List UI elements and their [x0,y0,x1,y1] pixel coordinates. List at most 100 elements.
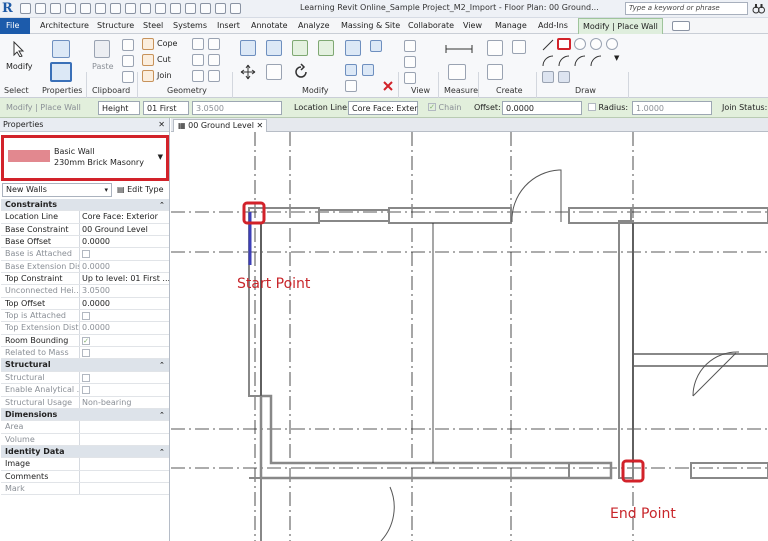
collapse-icon[interactable]: ⌃ [159,359,169,370]
match-type-icon[interactable] [122,71,134,83]
draw-rectangle-icon[interactable] [557,38,571,50]
align-icon[interactable] [240,40,256,56]
property-value[interactable] [80,471,169,482]
draw-tangent-arc-icon[interactable] [574,55,586,67]
property-value[interactable]: 0.0000 [80,298,169,309]
join-geometry-icon[interactable] [142,70,154,82]
draw-circumscribed-polygon-icon[interactable] [590,38,602,50]
property-value[interactable] [80,458,169,469]
tag-icon[interactable] [140,3,151,14]
copy-clipboard-icon[interactable] [122,55,134,67]
property-row[interactable]: Base Offset 0.0000 [1,236,169,249]
save-icon[interactable] [35,3,46,14]
modify-button[interactable]: Modify [6,62,33,71]
edit-type-button[interactable]: ▤ Edit Type [114,183,168,197]
collapse-icon[interactable]: ⌃ [159,446,169,457]
tab-file[interactable]: File [0,18,30,34]
modify-cursor-icon[interactable] [11,41,27,57]
thin-lines-icon[interactable] [200,3,211,14]
mirror-axis-icon[interactable] [292,40,308,56]
tab-insert[interactable]: Insert [217,18,240,34]
override-graphics-icon[interactable] [404,56,416,68]
pick-faces-icon[interactable] [558,71,570,83]
section-header[interactable]: Identity Data ⌃ [1,445,169,459]
location-line-select[interactable]: Core Face: Exter [348,101,418,115]
measure-between-icon[interactable] [445,44,473,54]
cope-icon[interactable] [142,38,154,50]
draw-inscribed-polygon-icon[interactable] [574,38,586,50]
property-row[interactable]: Top Constraint Up to level: 01 First ... [1,273,169,286]
panel-select[interactable]: Select [4,86,29,95]
property-row[interactable]: Top Offset 0.0000 [1,297,169,311]
3d-view-icon[interactable] [170,3,181,14]
text-icon[interactable] [155,3,166,14]
checkbox-icon[interactable]: ✓ [82,336,90,345]
property-value[interactable]: Up to level: 01 First ... [80,273,169,284]
floor-plan[interactable] [171,132,768,541]
property-value[interactable]: ✓ [80,335,169,346]
move-icon[interactable] [240,64,256,80]
chevron-down-icon[interactable]: ▼ [158,153,163,161]
tab-systems[interactable]: Systems [173,18,207,34]
cut-geometry-icon[interactable] [142,54,154,66]
property-value[interactable]: 00 Ground Level [80,224,169,235]
level-select[interactable]: 01 First [143,101,189,115]
collapse-icon[interactable]: ⌃ [159,199,169,210]
scale-icon[interactable] [362,64,374,76]
section-header[interactable]: Dimensions ⌃ [1,408,169,422]
close-icon[interactable]: ✕ [158,118,165,132]
copy-element-icon[interactable] [266,64,282,80]
drawing-area[interactable]: ▦ 00 Ground Level ✕ Start Point End Poin… [171,118,768,541]
draw-circle-icon[interactable] [606,38,618,50]
split-face-icon[interactable] [208,38,220,50]
offset-input[interactable]: 0.0000 [502,101,582,115]
array-icon[interactable] [345,64,357,76]
tab-modify-place-wall[interactable]: Modify | Place Wall [578,18,663,34]
cut-clipboard-icon[interactable] [122,39,134,51]
property-row[interactable]: Location Line Core Face: Exterior [1,211,169,224]
property-row[interactable]: Comments [1,470,169,483]
dimension-icon[interactable] [125,3,136,14]
binoculars-icon[interactable] [752,2,765,15]
mirror-draw-icon[interactable] [318,40,334,56]
view-tab-ground-level[interactable]: ▦ 00 Ground Level ✕ [173,119,268,132]
demolish-icon[interactable] [192,70,204,82]
create-assembly-icon[interactable] [487,64,503,80]
section-header[interactable]: Structural ⌃ [1,359,169,372]
offset-icon[interactable] [266,40,282,56]
tab-manage[interactable]: Manage [495,18,527,34]
draw-fillet-arc-icon[interactable] [590,55,602,67]
linework-icon[interactable] [404,72,416,84]
create-similar-icon[interactable] [487,40,503,56]
wall-joins-icon[interactable] [192,38,204,50]
revit-logo[interactable]: R [2,1,16,16]
radius-input[interactable]: 1.0000 [632,101,712,115]
radius-checkbox[interactable]: Radius: [588,101,628,115]
tab-annotate[interactable]: Annotate [251,18,288,34]
draw-line-icon[interactable] [542,39,554,51]
redo-icon[interactable] [80,3,91,14]
tab-collaborate[interactable]: Collaborate [408,18,454,34]
draw-arc-icon[interactable] [542,55,554,67]
dimension-tool-icon[interactable] [448,64,466,80]
height-mode-select[interactable]: Height [98,101,140,115]
type-selector[interactable]: Basic Wall 230mm Brick Masonry ▼ [1,135,169,181]
property-row[interactable]: Room Bounding ✓ [1,334,169,348]
measure-icon[interactable] [110,3,121,14]
draw-gallery-down-icon[interactable]: ▼ [614,54,619,62]
tab-add-ins[interactable]: Add-Ins [538,18,568,34]
hide-element-icon[interactable] [404,40,416,52]
property-value[interactable]: 0.0000 [80,236,169,247]
property-row[interactable]: Image [1,458,169,471]
draw-center-arc-icon[interactable] [558,55,570,67]
open-icon[interactable] [20,3,31,14]
instance-filter-select[interactable]: New Walls ▾ [2,183,112,197]
property-row[interactable]: Base Constraint 00 Ground Level [1,223,169,237]
contextual-dropdown-icon[interactable] [672,21,690,31]
properties-toggle-icon[interactable] [50,62,72,82]
height-value-input[interactable]: 3.0500 [192,101,282,115]
cope-button[interactable]: Cope [157,39,177,48]
tab-architecture[interactable]: Architecture [40,18,89,34]
paste-icon[interactable] [94,40,110,58]
pick-lines-icon[interactable] [542,71,554,83]
